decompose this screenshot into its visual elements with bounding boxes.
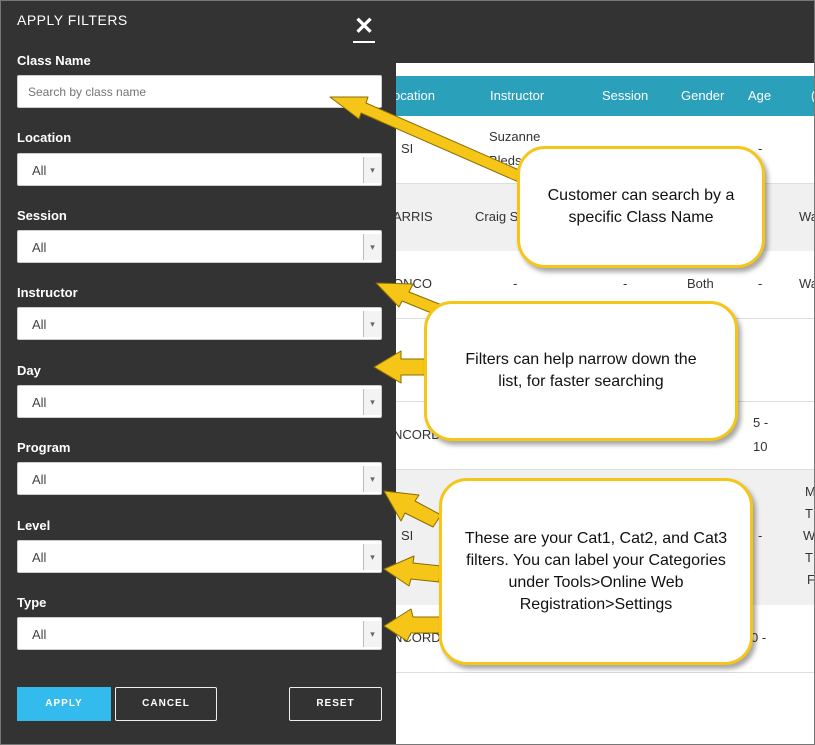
- class-name-search-input[interactable]: [17, 75, 382, 108]
- instructor-select[interactable]: All ▾: [17, 307, 382, 340]
- callout-search: Customer can search by a specific Class …: [517, 146, 765, 268]
- cell-day: T: [805, 550, 813, 565]
- cancel-button[interactable]: CANCEL: [115, 687, 217, 721]
- chevron-down-icon[interactable]: ▾: [363, 234, 381, 260]
- location-select[interactable]: All ▾: [17, 153, 382, 186]
- cell-day: W: [803, 528, 815, 543]
- session-value: All: [32, 240, 47, 255]
- type-select[interactable]: All ▾: [17, 617, 382, 650]
- session-label: Session: [17, 208, 67, 223]
- chevron-down-icon[interactable]: ▾: [363, 621, 381, 647]
- panel-title: APPLY FILTERS: [17, 12, 128, 28]
- program-label: Program: [17, 440, 71, 455]
- chevron-down-icon[interactable]: ▾: [363, 389, 381, 415]
- apply-button[interactable]: APPLY: [17, 687, 111, 721]
- cell-age: -: [758, 276, 763, 291]
- day-select[interactable]: All ▾: [17, 385, 382, 418]
- header-instructor[interactable]: Instructor: [490, 88, 544, 103]
- header-session[interactable]: Session: [602, 88, 648, 103]
- screenshot-frame: ocation Instructor Session Gender Age ( …: [0, 0, 815, 745]
- cell-age: -: [758, 528, 763, 543]
- class-name-label: Class Name: [17, 53, 91, 68]
- location-value: All: [32, 163, 47, 178]
- cell-location: SI: [401, 141, 414, 156]
- cell-location: NCORD: [393, 630, 441, 645]
- chevron-down-icon[interactable]: ▾: [363, 466, 381, 492]
- level-value: All: [32, 550, 47, 565]
- header-next[interactable]: (: [811, 88, 814, 103]
- type-value: All: [32, 627, 47, 642]
- callout-filters: Filters can help narrow down the list, f…: [424, 301, 738, 441]
- instructor-label: Instructor: [17, 285, 78, 300]
- header-age[interactable]: Age: [748, 88, 771, 103]
- instructor-value: All: [32, 317, 47, 332]
- cell-location: ARRIS: [393, 209, 433, 224]
- cell-age: 5 -: [753, 415, 769, 430]
- cell-age: 0 -: [751, 630, 767, 645]
- cell-instructor: Craig S: [475, 209, 519, 224]
- session-select[interactable]: All ▾: [17, 230, 382, 263]
- cell-instructor: Suzanne: [489, 129, 541, 144]
- type-label: Type: [17, 595, 47, 610]
- filter-panel: APPLY FILTERS ✕ Class Name Location All …: [1, 1, 396, 744]
- level-label: Level: [17, 518, 51, 533]
- cell-day: T: [805, 506, 813, 521]
- cell-session: -: [623, 276, 628, 291]
- header-gender[interactable]: Gender: [681, 88, 724, 103]
- callout-categories: These are your Cat1, Cat2, and Cat3 filt…: [439, 478, 753, 665]
- program-select[interactable]: All ▾: [17, 462, 382, 495]
- chevron-down-icon[interactable]: ▾: [363, 544, 381, 570]
- cell-extra: Wa: [799, 209, 814, 224]
- chevron-down-icon[interactable]: ▾: [363, 311, 381, 337]
- level-select[interactable]: All ▾: [17, 540, 382, 573]
- cell-day: M: [805, 484, 815, 499]
- cell-extra: Wa: [799, 276, 814, 291]
- program-value: All: [32, 472, 47, 487]
- cell-location: ONCO: [393, 276, 432, 291]
- cell-instructor: -: [513, 276, 518, 291]
- location-label: Location: [17, 130, 72, 145]
- day-value: All: [32, 395, 47, 410]
- chevron-down-icon[interactable]: ▾: [363, 157, 381, 183]
- day-label: Day: [17, 363, 41, 378]
- reset-button[interactable]: RESET: [289, 687, 382, 721]
- cell-day: F: [807, 572, 815, 587]
- cell-gender: Both: [687, 276, 714, 291]
- close-icon[interactable]: ✕: [353, 15, 375, 43]
- header-location[interactable]: ocation: [393, 88, 435, 103]
- cell-location: SI: [401, 528, 414, 543]
- cell-age: 10: [753, 439, 768, 454]
